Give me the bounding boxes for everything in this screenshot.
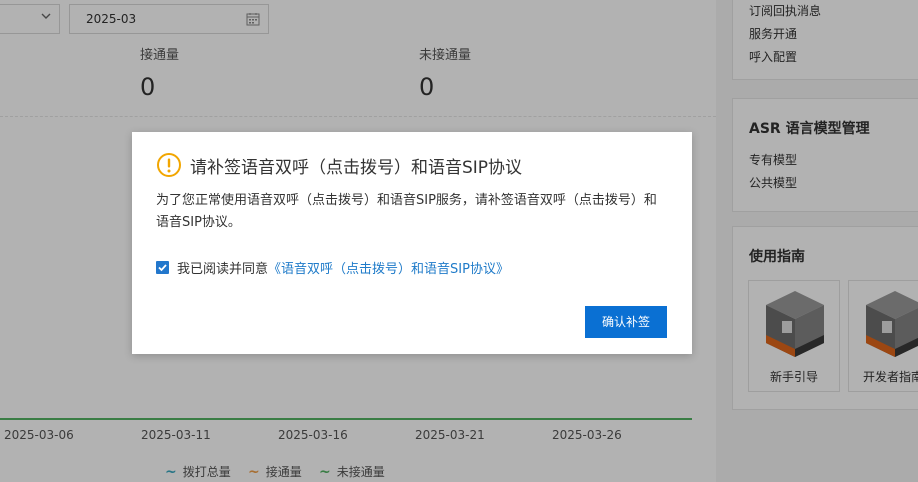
checkmark-icon xyxy=(158,264,167,272)
agreement-link[interactable]: 《语音双呼（点击拨号）和语音SIP协议》 xyxy=(268,258,509,277)
confirm-sign-button[interactable]: 确认补签 xyxy=(585,306,667,338)
modal-header: 请补签语音双呼（点击拨号）和语音SIP协议 xyxy=(156,152,522,178)
warning-icon xyxy=(157,153,181,177)
modal-message: 为了您正常使用语音双呼（点击拨号）和语音SIP服务，请补签语音双呼（点击拨号）和… xyxy=(156,193,657,230)
agreement-modal: 请补签语音双呼（点击拨号）和语音SIP协议 为了您正常使用语音双呼（点击拨号）和… xyxy=(132,132,692,354)
agreement-row: 我已阅读并同意 《语音双呼（点击拨号）和语音SIP协议》 xyxy=(156,258,509,277)
agree-checkbox[interactable] xyxy=(156,261,169,274)
modal-title: 请补签语音双呼（点击拨号）和语音SIP协议 xyxy=(190,157,523,178)
agree-text: 我已阅读并同意 xyxy=(177,262,269,277)
